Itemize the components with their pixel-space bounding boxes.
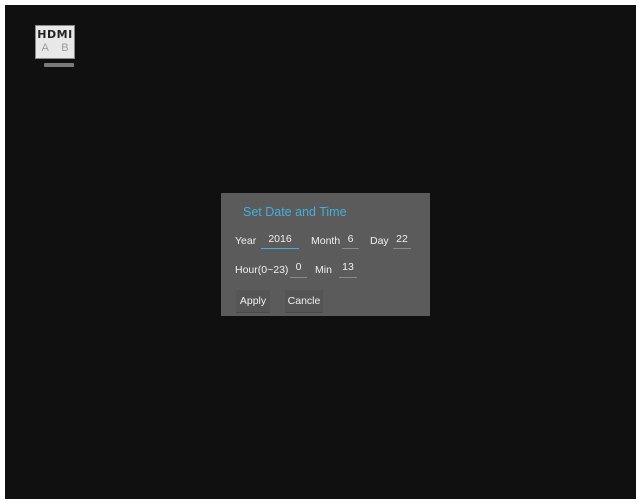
min-field[interactable]: 13 (339, 261, 357, 274)
day-field[interactable]: 22 (393, 233, 411, 246)
year-field[interactable]: 2016 (261, 233, 299, 246)
hdmi-monitor-stand (44, 63, 74, 67)
set-date-time-dialog: Set Date and Time Year 2016 Month 6 Day … (221, 193, 430, 316)
hour-label: Hour(0~23) (235, 264, 289, 276)
apply-button[interactable]: Apply (236, 290, 270, 312)
hdmi-monitor-icon: HDMI A B (35, 25, 75, 59)
hour-field-underline (290, 277, 307, 278)
min-label: Min (315, 264, 332, 276)
day-field-underline (393, 248, 411, 249)
month-field-underline (342, 248, 359, 249)
cancel-button[interactable]: Cancle (285, 290, 323, 312)
hdmi-brand-text: HDMI (37, 28, 73, 41)
dialog-title: Set Date and Time (243, 205, 347, 219)
month-label: Month (311, 235, 341, 247)
tv-screen: HDMI A B Set Date and Time Year 2016 Mon… (5, 5, 636, 499)
year-field-underline (261, 248, 299, 249)
year-label: Year (235, 235, 257, 247)
hdmi-input-icon: HDMI A B (32, 25, 78, 75)
hour-field[interactable]: 0 (290, 261, 307, 274)
month-field[interactable]: 6 (342, 233, 359, 246)
min-field-underline (339, 277, 357, 278)
hdmi-inputs-text: A B (41, 42, 74, 54)
day-label: Day (370, 235, 389, 247)
